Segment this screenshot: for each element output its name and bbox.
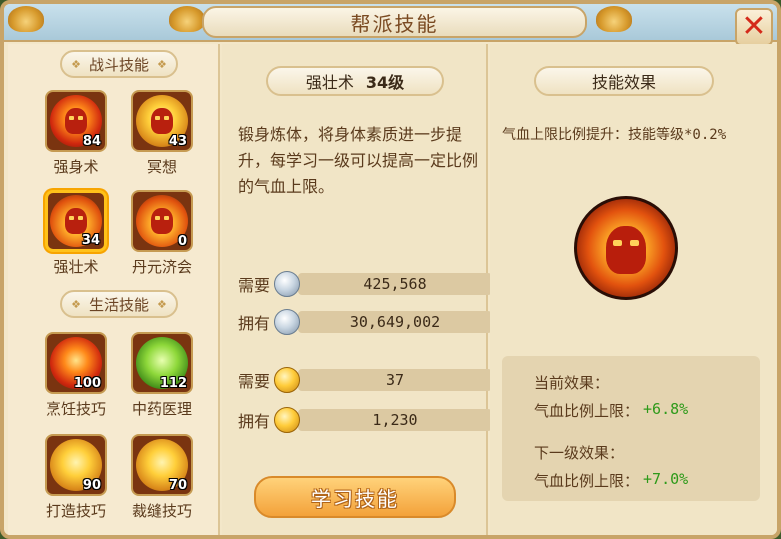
combat-skills-header: ❖ 战斗技能 ❖ [60, 50, 178, 78]
ornament-icon: ❖ [71, 297, 81, 311]
vigor-skill-icon: 34 [45, 190, 107, 252]
skill-slot-herbal[interactable]: 112 中药医理 [122, 332, 202, 419]
gold-need-row: 需要 37 i [238, 367, 516, 393]
window-title: 帮派技能 [350, 11, 439, 36]
corner-ornament-icon [169, 6, 205, 32]
current-effect-label: 当前效果： [534, 374, 610, 392]
next-effect-label: 下一级效果： [534, 444, 625, 462]
silver-coin-icon [274, 271, 300, 297]
skill-slot-tailoring[interactable]: 70 裁缝技巧 [122, 434, 202, 521]
close-icon: ✕ [741, 9, 767, 44]
skill-slot-strength[interactable]: 84 强身术 [36, 90, 116, 177]
current-effect-value: +6.8% [643, 400, 689, 418]
gold-coin-icon [274, 407, 300, 433]
meditation-skill-icon: 43 [131, 90, 193, 152]
gold-have-row: 拥有 1,230 [238, 407, 492, 433]
effect-summary-box: 当前效果： 气血比例上限： +6.8% 下一级效果： 气血比例上限： +7.0% [502, 356, 760, 501]
skill-name: 冥想 [146, 158, 177, 176]
ornament-icon: ❖ [157, 57, 167, 71]
skill-slot-meditation[interactable]: 43 冥想 [122, 90, 202, 177]
skill-name: 中药医理 [131, 400, 192, 418]
corner-ornament-icon [596, 6, 632, 32]
tailoring-skill-icon: 70 [131, 434, 193, 496]
close-button[interactable]: ✕ [735, 8, 773, 46]
skill-name: 打造技巧 [45, 502, 106, 520]
cooking-skill-icon: 100 [45, 332, 107, 394]
guild-skills-window: 帮派技能 ✕ ❖ 战斗技能 ❖ 84 强身术 43 冥想 34 强壮术 0 丹元… [0, 0, 781, 539]
gold-need-value: 37 i [274, 367, 516, 393]
title-bar: 帮派技能 [4, 4, 777, 42]
herbal-medicine-skill-icon: 112 [131, 332, 193, 394]
effect-formula: 气血上限比例提升：技能等级*0.2% [502, 127, 727, 143]
learn-skill-button[interactable]: 学习技能 [254, 476, 456, 518]
selected-skill-header: 强壮术 34级 [266, 66, 444, 96]
ornament-icon: ❖ [157, 297, 167, 311]
skill-name: 裁缝技巧 [131, 502, 192, 520]
next-effect-value: +7.0% [643, 470, 689, 488]
silver-have-row: 拥有 30,649,002 + [238, 309, 516, 335]
skill-name: 烹饪技巧 [45, 400, 106, 418]
skill-name: 强壮术 [53, 258, 99, 276]
forging-skill-icon: 90 [45, 434, 107, 496]
silver-need-value: 425,568 [274, 271, 492, 297]
skill-detail-panel: 强壮术 34级 锻身炼体，将身体素质进一步提升，每学习一级可以提高一定比例的气血… [222, 44, 516, 535]
silver-need-row: 需要 425,568 [238, 271, 492, 297]
skill-name: 强身术 [53, 158, 99, 176]
gold-coin-icon [274, 367, 300, 393]
elixir-skill-icon: 0 [131, 190, 193, 252]
effect-header: 技能效果 [534, 66, 714, 96]
selected-skill-name: 强壮术 [305, 73, 354, 92]
silver-have-value: 30,649,002 + [274, 309, 516, 335]
ornament-icon: ❖ [71, 57, 81, 71]
skill-slot-elixir[interactable]: 0 丹元济会 [122, 190, 202, 277]
strength-skill-icon: 84 [45, 90, 107, 152]
vigor-skill-large-icon [574, 196, 678, 300]
corner-ornament-icon [8, 6, 44, 32]
next-effect-line: 气血比例上限： +7.0% [534, 470, 689, 490]
skill-description: 锻身炼体，将身体素质进一步提升，每学习一级可以提高一定比例的气血上限。 [238, 125, 479, 196]
skill-slot-forging[interactable]: 90 打造技巧 [36, 434, 116, 521]
gold-have-value: 1,230 [274, 407, 492, 433]
skill-slot-vigor[interactable]: 34 强壮术 [36, 190, 116, 277]
life-skills-header: ❖ 生活技能 ❖ [60, 290, 178, 318]
skill-name: 丹元济会 [131, 258, 192, 276]
selected-skill-level: 34级 [365, 73, 405, 92]
skill-effect-panel: 技能效果 气血上限比例提升：技能等级*0.2% 当前效果： 气血比例上限： +6… [490, 44, 777, 535]
skill-slot-cooking[interactable]: 100 烹饪技巧 [36, 332, 116, 419]
title-plaque: 帮派技能 [202, 6, 587, 38]
silver-coin-icon [274, 309, 300, 335]
current-effect-line: 气血比例上限： +6.8% [534, 400, 689, 420]
skill-list-panel: ❖ 战斗技能 ❖ 84 强身术 43 冥想 34 强壮术 0 丹元济会 ❖ 生活… [8, 44, 220, 535]
